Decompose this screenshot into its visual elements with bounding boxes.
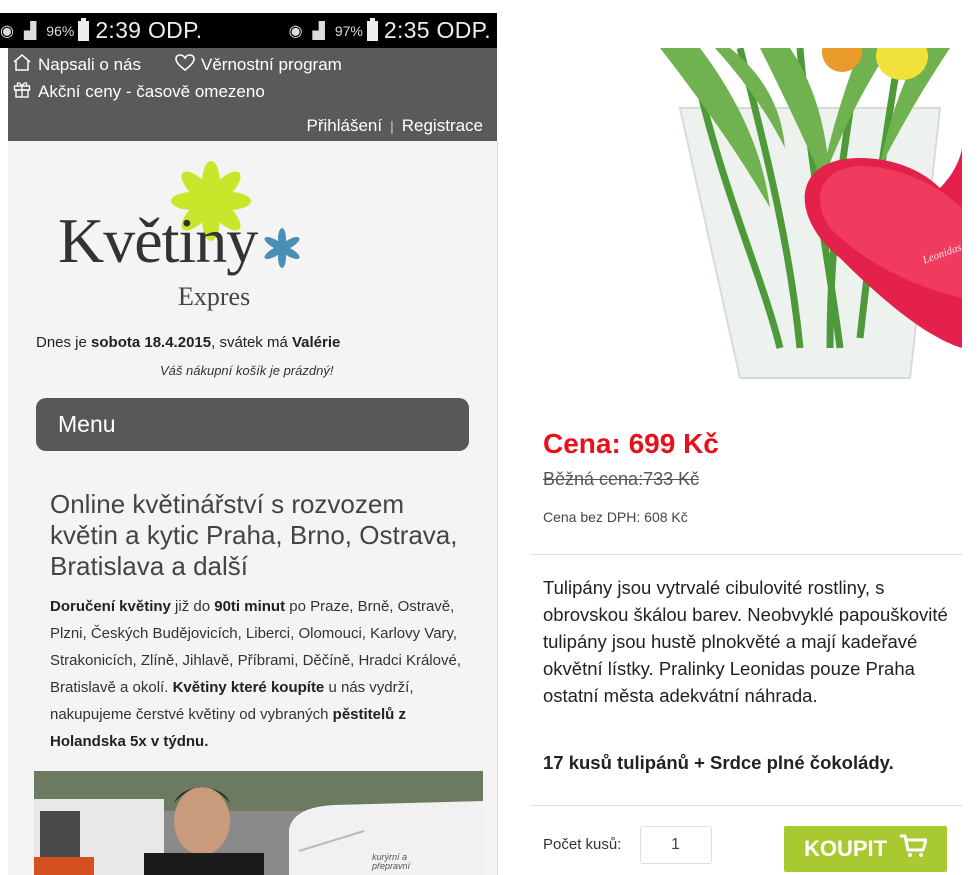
buy-button-label: KOUPIT	[803, 836, 888, 861]
wifi-icon: ◉	[288, 22, 303, 40]
product-image[interactable]: Leonidas	[530, 48, 962, 390]
product-description: Tulipány jsou vytrvalé cibulovité rostli…	[543, 577, 948, 706]
intro-paragraph: Doručení květiny již do 90ti minut po Pr…	[50, 593, 480, 755]
account-links: Přihlášení | Registrace	[306, 116, 483, 136]
date-value: sobota 18.4.2015	[91, 334, 212, 351]
home-icon	[12, 54, 32, 76]
page-headline: Online květinářství s rozvozem květin a …	[50, 489, 458, 581]
buy-button[interactable]: KOUPIT	[784, 826, 947, 872]
wifi-icon: ◉	[0, 22, 14, 40]
para-bold-3: 90ti minut	[214, 598, 286, 615]
quantity-input[interactable]: 1	[640, 826, 712, 864]
nav-row-2: Akční ceny - časově omezeno	[12, 80, 265, 103]
price: Cena: 699 Kč	[543, 428, 719, 459]
logo-sub: Expres	[178, 282, 251, 311]
left-page-content: Květiny Expres Dnes je sobota 18.4.2015,…	[8, 141, 498, 875]
link-about[interactable]: Napsali o nás	[38, 55, 141, 75]
price-without-vat: Cena bez DPH: 608 Kč	[543, 509, 688, 525]
product-tagline: 17 kusů tulipánů + Srdce plné čokolády.	[543, 752, 894, 773]
regular-price: Běžná cena:733 Kč	[543, 469, 700, 489]
signal-icon: ▟	[23, 22, 37, 40]
date-mid: , svátek má	[211, 334, 292, 351]
clock: 2:39 ODP.	[95, 17, 203, 43]
battery-percent: 96%	[46, 22, 75, 39]
nameday-value: Valérie	[291, 334, 341, 351]
link-loyalty[interactable]: Věrnostní program	[201, 55, 342, 75]
divider	[530, 805, 962, 806]
menu-button[interactable]: Menu	[36, 398, 469, 451]
clock: 2:35 ODP.	[383, 17, 491, 43]
gift-icon	[12, 80, 32, 103]
date-prefix: Dnes je	[36, 334, 92, 351]
register-link[interactable]: Registrace	[402, 116, 483, 135]
logo-word: Květiny	[58, 205, 258, 276]
van-lettering: kurýrní a přepravní	[372, 852, 411, 871]
battery-icon	[78, 17, 90, 41]
status-bar-right: ◉ ▟ 96% 2:39 ODP.	[0, 13, 209, 48]
courier-photo: kurýrní a přepravní	[34, 771, 483, 875]
divider	[530, 554, 962, 555]
heart-icon	[175, 54, 195, 76]
login-link[interactable]: Přihlášení	[306, 116, 382, 135]
small-flower-icon	[264, 228, 300, 268]
battery-percent: 97%	[334, 22, 363, 39]
product-detail: Leonidas Cena: 699 Kč Běžná cena:733 Kč …	[505, 48, 979, 875]
site-logo[interactable]: Květiny Expres	[48, 156, 328, 316]
nav-row-1: Napsali o nás Věrnostní program	[12, 54, 342, 76]
left-screenshot: ◉ ▟ 97% 2:35 ODP. Napsali o nás Věrnostn…	[0, 0, 498, 875]
date-line: Dnes je sobota 18.4.2015, svátek má Valé…	[36, 334, 340, 351]
quantity-label: Počet kusů:	[543, 836, 622, 853]
para-bold-5: Květiny které koupíte	[172, 679, 325, 696]
para-text-2: již do	[170, 598, 215, 615]
battery-icon	[366, 17, 378, 41]
para-bold-1: Doručení květiny	[50, 598, 171, 615]
link-sale[interactable]: Akční ceny - časově omezeno	[38, 82, 265, 102]
cart-icon	[899, 834, 928, 864]
cart-status[interactable]: Váš nákupní košík je prázdný!	[160, 363, 333, 378]
signal-icon: ▟	[312, 22, 325, 40]
link-separator: |	[390, 118, 394, 134]
top-navigation: Napsali o nás Věrnostní program Akční ce…	[8, 48, 497, 141]
